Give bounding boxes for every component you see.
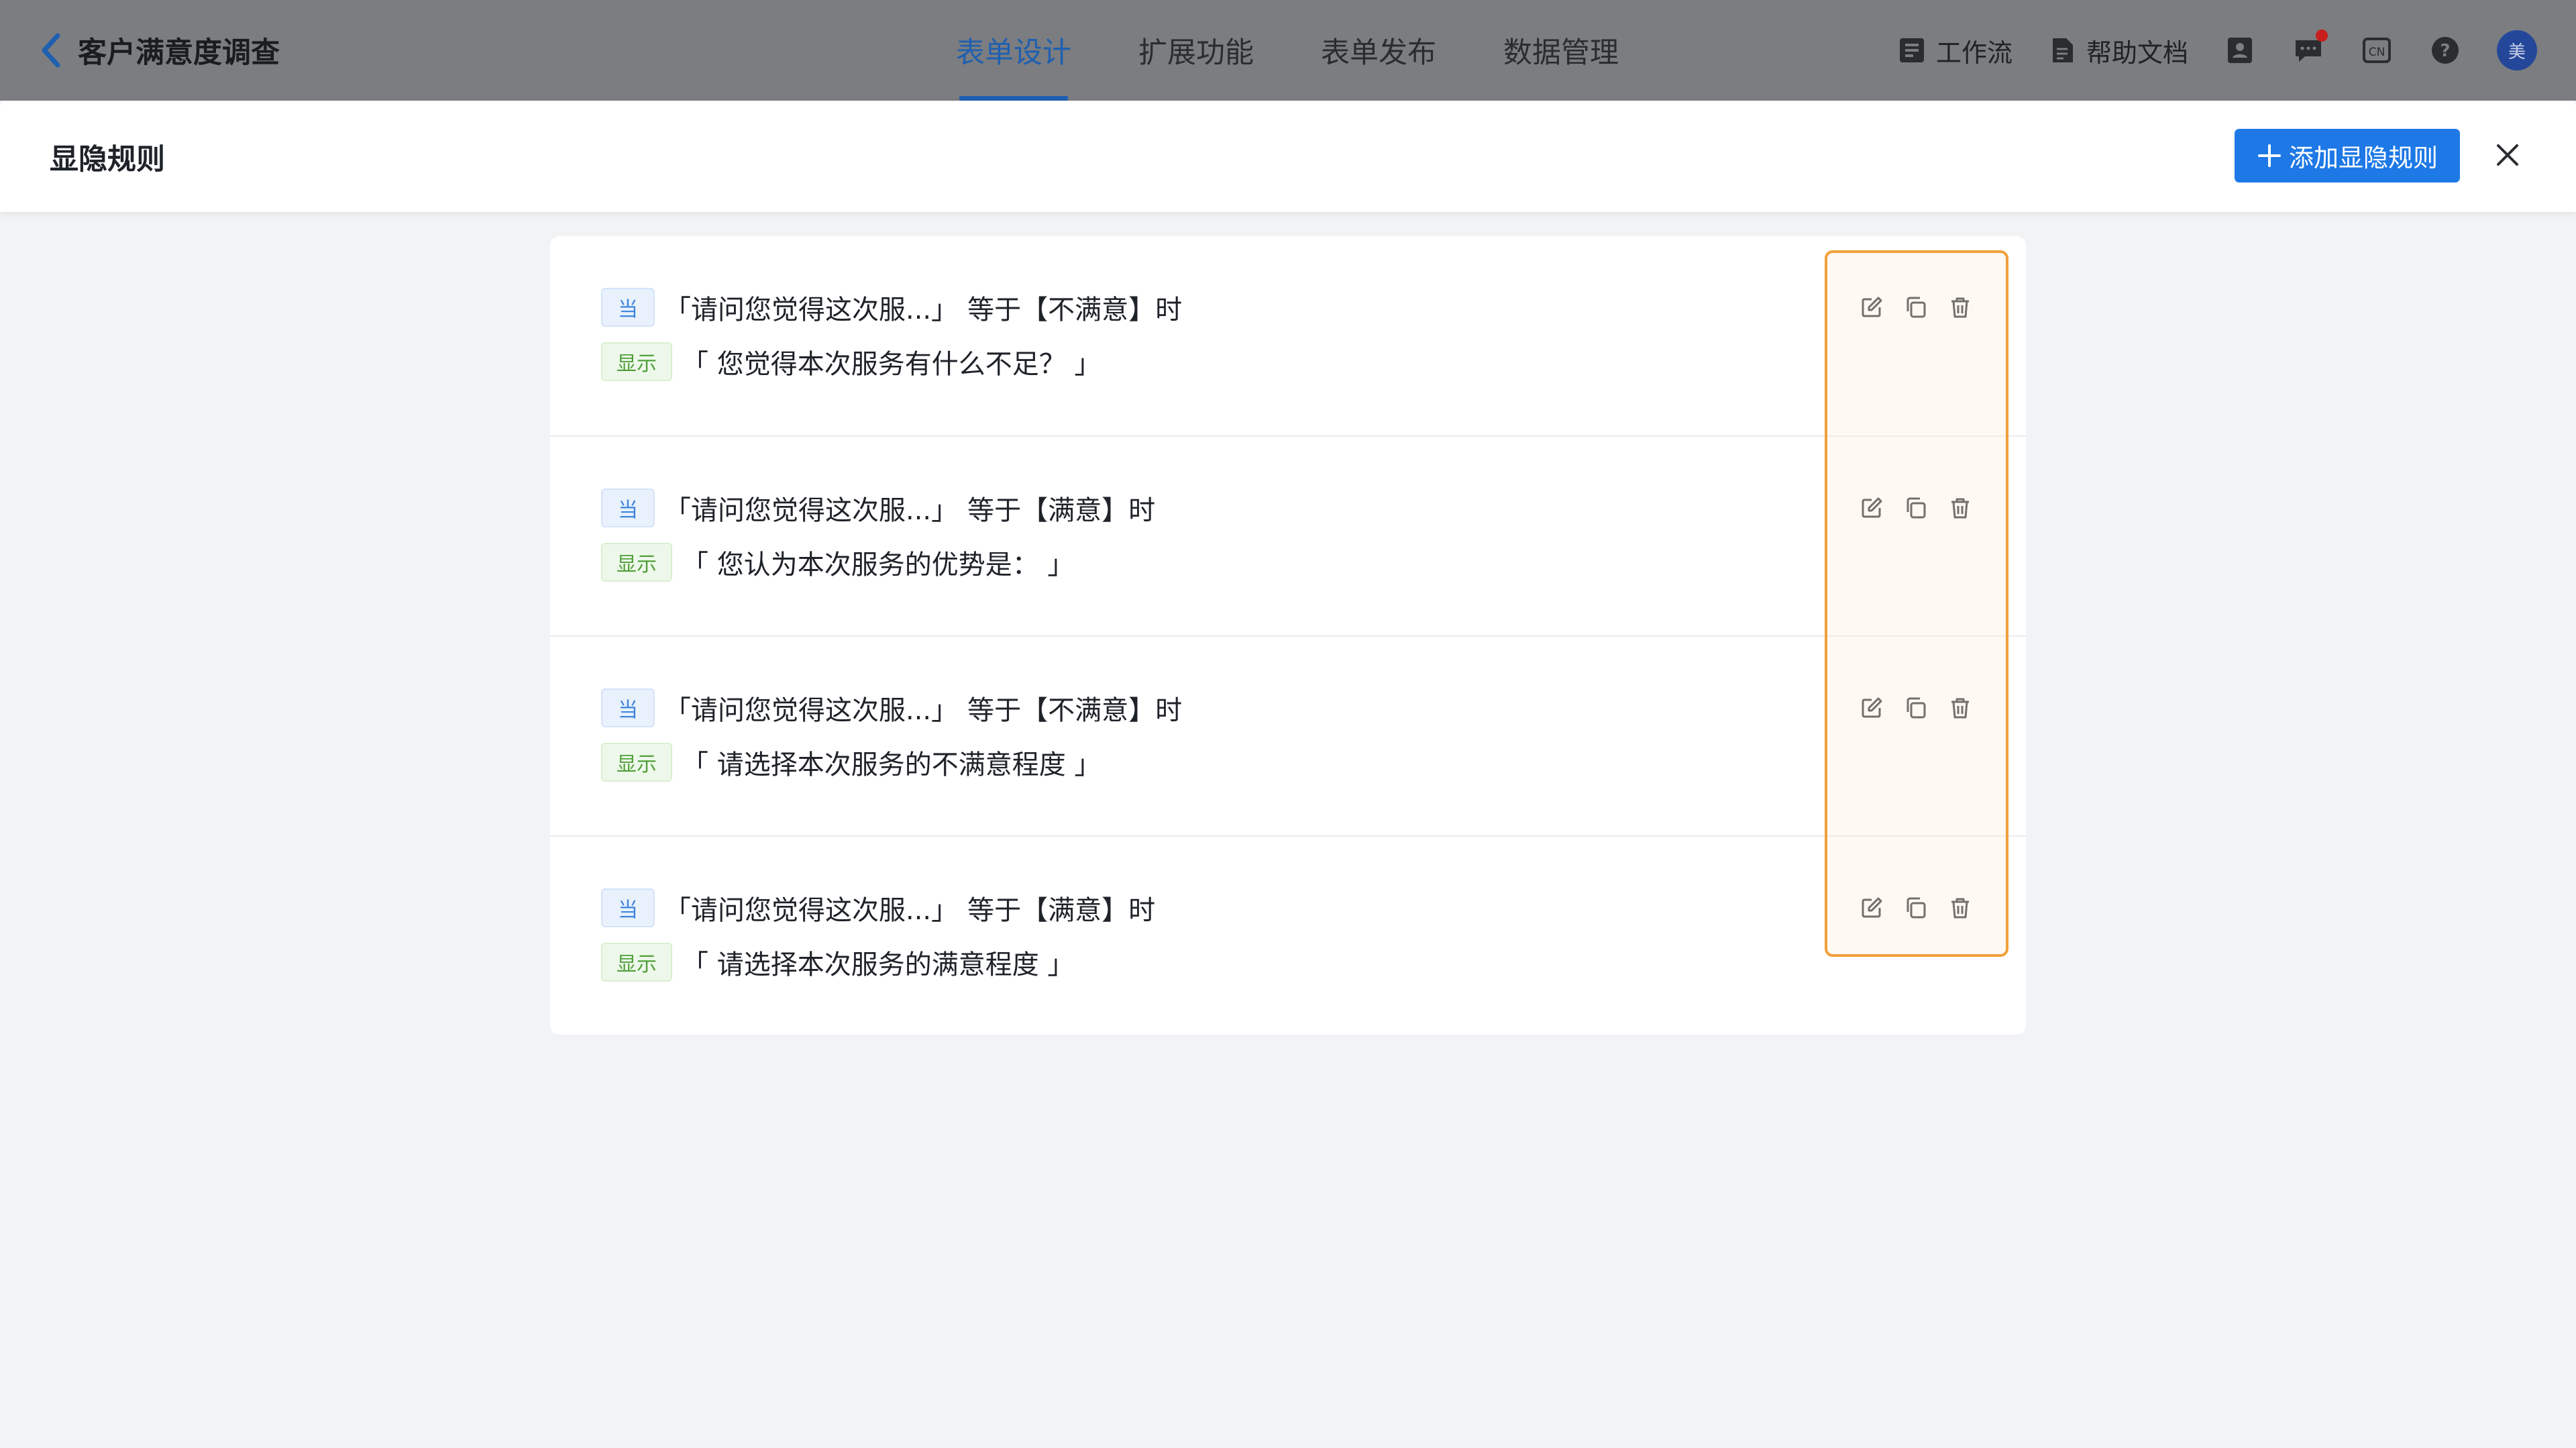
chevron-left-icon <box>42 33 60 68</box>
edit-icon[interactable] <box>1860 896 1884 920</box>
condition-field: 「请问您觉得这次服...」 <box>664 295 959 325</box>
close-button[interactable] <box>2490 138 2525 172</box>
when-tag: 当 <box>601 488 655 527</box>
tab-form-design[interactable]: 表单设计 <box>939 0 1088 101</box>
contacts-button[interactable] <box>2223 34 2257 67</box>
rule-condition: 当 「请问您觉得这次服...」 等于 【满意】时 <box>601 888 1155 928</box>
top-nav: 表单设计 扩展功能 表单发布 数据管理 <box>939 0 1669 101</box>
target-field: 「 您认为本次服务的优势是： 」 <box>682 550 1075 580</box>
condition-operator: 等于 <box>967 695 1022 726</box>
rule-condition: 当 「请问您觉得这次服...」 等于 【不满意】时 <box>601 287 1182 327</box>
condition-value: 【不满意】时 <box>1021 695 1183 726</box>
rule-action: 显示 「 请选择本次服务的满意程度 」 <box>601 942 1074 982</box>
back-button[interactable]: 客户满意度调查 <box>39 30 280 71</box>
workflow-label: 工作流 <box>1935 38 2012 68</box>
rule-actions <box>1860 291 1972 324</box>
condition-field: 「请问您觉得这次服...」 <box>664 895 959 926</box>
delete-icon[interactable] <box>1948 496 1972 520</box>
rules-list: 当 「请问您觉得这次服...」 等于 【不满意】时 显示 「 您觉得本次服务有什… <box>550 236 2026 1035</box>
edit-icon[interactable] <box>1860 696 1884 720</box>
tab-data-management[interactable]: 数据管理 <box>1487 0 1635 101</box>
show-tag: 显示 <box>601 943 672 982</box>
rule-row: 当 「请问您觉得这次服...」 等于 【不满意】时 显示 「 请选择本次服务的不… <box>550 635 2026 835</box>
when-tag: 当 <box>601 688 655 727</box>
show-tag: 显示 <box>601 543 672 582</box>
language-code: CN <box>2369 46 2385 59</box>
language-icon: CN <box>2363 38 2391 63</box>
edit-icon[interactable] <box>1860 295 1884 319</box>
rule-actions <box>1860 891 1972 925</box>
language-button[interactable]: CN <box>2360 34 2394 67</box>
delete-icon[interactable] <box>1948 295 1972 319</box>
copy-icon[interactable] <box>1904 496 1928 520</box>
rule-action: 显示 「 您觉得本次服务有什么不足？ 」 <box>601 342 1101 382</box>
document-icon <box>2052 38 2073 62</box>
copy-icon[interactable] <box>1904 896 1928 920</box>
condition-value: 【满意】时 <box>1021 895 1156 926</box>
rule-row: 当 「请问您觉得这次服...」 等于 【满意】时 显示 「 您认为本次服务的优势… <box>550 435 2026 635</box>
header-tools: 工作流 帮助文档 CN ? 美 <box>1897 27 2537 74</box>
rule-row: 当 「请问您觉得这次服...」 等于 【满意】时 显示 「 请选择本次服务的满意… <box>550 835 2026 1035</box>
show-tag: 显示 <box>601 342 672 381</box>
add-visibility-rule-button[interactable]: 添加显隐规则 <box>2235 129 2460 183</box>
when-tag: 当 <box>601 888 655 927</box>
when-tag: 当 <box>601 288 655 327</box>
app-header: 客户满意度调查 表单设计 扩展功能 表单发布 数据管理 工作流 帮助文档 CN … <box>0 0 2576 101</box>
edit-icon[interactable] <box>1860 496 1884 520</box>
plus-icon <box>2258 144 2281 167</box>
tab-extensions[interactable]: 扩展功能 <box>1122 0 1271 101</box>
rule-row: 当 「请问您觉得这次服...」 等于 【不满意】时 显示 「 您觉得本次服务有什… <box>550 236 2026 436</box>
copy-icon[interactable] <box>1904 696 1928 720</box>
rule-actions <box>1860 491 1972 525</box>
delete-icon[interactable] <box>1948 896 1972 920</box>
add-button-label: 添加显隐规则 <box>2289 144 2438 172</box>
rule-condition: 当 「请问您觉得这次服...」 等于 【不满意】时 <box>601 688 1182 728</box>
messages-button[interactable] <box>2292 30 2328 67</box>
condition-value: 【满意】时 <box>1021 495 1156 526</box>
condition-operator: 等于 <box>967 895 1022 926</box>
help-button[interactable]: ? <box>2428 34 2462 67</box>
condition-operator: 等于 <box>967 295 1022 325</box>
condition-field: 「请问您觉得这次服...」 <box>664 495 959 526</box>
svg-text:?: ? <box>2440 41 2450 61</box>
tab-publish[interactable]: 表单发布 <box>1304 0 1453 101</box>
delete-icon[interactable] <box>1948 696 1972 720</box>
close-icon <box>2497 144 2518 166</box>
drawer-title: 显隐规则 <box>50 143 165 176</box>
show-tag: 显示 <box>601 743 672 782</box>
rule-action: 显示 「 您认为本次服务的优势是： 」 <box>601 542 1074 582</box>
drawer-header: 显隐规则 添加显隐规则 <box>0 101 2576 212</box>
question-circle-icon: ? <box>2432 37 2459 64</box>
notification-dot <box>2316 30 2328 42</box>
app-title: 客户满意度调查 <box>78 36 280 70</box>
condition-field: 「请问您觉得这次服...」 <box>664 695 959 726</box>
target-field: 「 您觉得本次服务有什么不足？ 」 <box>682 349 1102 380</box>
help-docs-link[interactable]: 帮助文档 <box>2047 32 2188 69</box>
copy-icon[interactable] <box>1904 295 1928 319</box>
rule-action: 显示 「 请选择本次服务的不满意程度 」 <box>601 742 1101 782</box>
condition-value: 【不满意】时 <box>1021 295 1183 325</box>
workflow-link[interactable]: 工作流 <box>1897 32 2012 69</box>
contact-card-icon <box>2228 38 2252 63</box>
target-field: 「 请选择本次服务的满意程度 」 <box>682 949 1075 980</box>
user-avatar[interactable]: 美 <box>2497 30 2537 70</box>
workflow-icon <box>1899 38 1924 62</box>
target-field: 「 请选择本次服务的不满意程度 」 <box>682 749 1102 780</box>
rule-actions <box>1860 691 1972 725</box>
help-docs-label: 帮助文档 <box>2086 38 2188 68</box>
condition-operator: 等于 <box>967 495 1022 526</box>
rule-condition: 当 「请问您觉得这次服...」 等于 【满意】时 <box>601 488 1155 528</box>
